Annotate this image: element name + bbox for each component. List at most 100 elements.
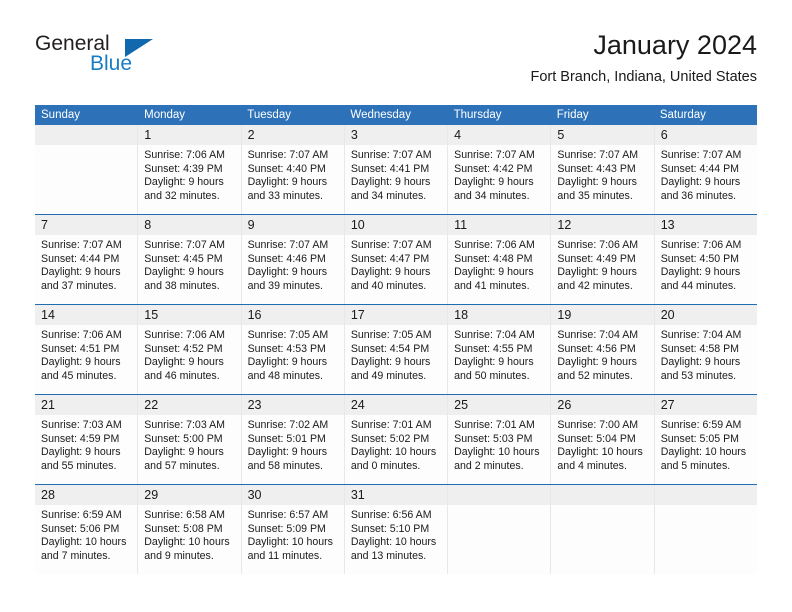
day-number-band: 2: [241, 125, 344, 145]
sunset-text: Sunset: 4:55 PM: [454, 342, 533, 355]
weekday-header-wednesday: Wednesday: [350, 109, 411, 121]
calendar-day-cell[interactable]: 22 Sunrise: 7:03 AM Sunset: 5:00 PM Dayligh…: [138, 395, 242, 484]
day-number-band: 22: [138, 395, 241, 415]
sunset-text: Sunset: 5:00 PM: [144, 432, 223, 445]
daylight-text-line2: and 53 minutes.: [660, 369, 737, 382]
day-number-band: 10: [344, 215, 448, 235]
day-sun-info: Sunrise: 7:06 AM Sunset: 4:48 PM Daylight:…: [448, 235, 550, 293]
sunrise-text: Sunrise: 7:04 AM: [557, 329, 639, 341]
daylight-text-line2: and 55 minutes.: [41, 459, 117, 472]
calendar-day-cell[interactable]: 29 Sunrise: 6:58 AM Sunset: 5:08 PM Dayligh…: [138, 485, 242, 574]
sunset-text: Sunset: 4:41 PM: [350, 162, 430, 175]
daylight-text-line2: and 40 minutes.: [350, 279, 427, 292]
daylight-text-line2: and 44 minutes.: [660, 279, 737, 292]
calendar-day-cell[interactable]: 25 Sunrise: 7:01 AM Sunset: 5:03 PM Dayligh…: [448, 395, 552, 484]
calendar-day-cell[interactable]: 31 Sunrise: 6:56 AM Sunset: 5:10 PM Dayligh…: [344, 485, 449, 574]
sunrise-text: Sunrise: 7:06 AM: [660, 239, 742, 251]
sunrise-text: Sunrise: 7:03 AM: [41, 419, 122, 431]
day-number-band: 25: [448, 395, 551, 415]
calendar-day-cell[interactable]: 4 Sunrise: 7:07 AM Sunset: 4:42 PM Daylight…: [448, 125, 552, 214]
day-number: 29: [144, 488, 159, 502]
logo-word-blue: Blue: [90, 52, 133, 75]
calendar-day-cell[interactable]: 3 Sunrise: 7:07 AM Sunset: 4:41 PM Daylight…: [344, 125, 449, 214]
calendar-day-cell[interactable]: 30 Sunrise: 6:57 AM Sunset: 5:09 PM Dayligh…: [241, 485, 345, 574]
sunset-text: Sunset: 4:42 PM: [454, 162, 533, 175]
daylight-text-line1: Daylight: 9 hours: [41, 266, 121, 279]
calendar-day-cell[interactable]: 27 Sunrise: 6:59 AM Sunset: 5:05 PM Dayligh…: [654, 395, 757, 484]
calendar-day-cell[interactable]: 21 Sunrise: 7:03 AM Sunset: 4:59 PM Dayligh…: [35, 395, 139, 484]
daylight-text-line2: and 32 minutes.: [144, 189, 220, 202]
daylight-text-line2: and 48 minutes.: [247, 369, 323, 382]
day-sun-info: Sunrise: 7:03 AM Sunset: 5:00 PM Daylight:…: [138, 415, 240, 473]
day-number: 24: [350, 398, 365, 412]
calendar-day-cell[interactable]: 9 Sunrise: 7:07 AM Sunset: 4:46 PM Daylight…: [241, 215, 345, 304]
sunset-text: Sunset: 4:40 PM: [247, 162, 326, 175]
day-number-band: 6: [654, 125, 757, 145]
calendar-day-cell[interactable]: 20 Sunrise: 7:04 AM Sunset: 4:58 PM Dayligh…: [654, 305, 757, 394]
calendar-day-cell[interactable]: 16 Sunrise: 7:05 AM Sunset: 4:53 PM Dayligh…: [241, 305, 345, 394]
sunset-text: Sunset: 4:46 PM: [247, 252, 326, 265]
day-number: 18: [454, 308, 469, 322]
day-number: 21: [41, 398, 55, 412]
daylight-text-line1: Daylight: 9 hours: [557, 356, 637, 369]
day-sun-info: Sunrise: 7:07 AM Sunset: 4:47 PM Daylight:…: [345, 235, 447, 293]
sunset-text: Sunset: 4:49 PM: [557, 252, 636, 265]
weekday-header-sunday: Sunday: [41, 109, 81, 121]
daylight-text-line2: and 38 minutes.: [144, 279, 220, 292]
daylight-text-line2: and 4 minutes.: [557, 459, 627, 472]
day-sun-info: Sunrise: 7:07 AM Sunset: 4:46 PM Daylight:…: [242, 235, 344, 293]
sunset-text: Sunset: 4:51 PM: [41, 342, 120, 355]
day-number-band: 5: [551, 125, 654, 145]
day-number-band: [654, 485, 757, 505]
daylight-text-line2: and 2 minutes.: [454, 459, 524, 472]
calendar-week-row: 7 Sunrise: 7:07 AM Sunset: 4:44 PM Daylight…: [35, 214, 757, 304]
calendar-day-cell[interactable]: 23 Sunrise: 7:02 AM Sunset: 5:01 PM Dayligh…: [241, 395, 345, 484]
daylight-text-line1: Daylight: 9 hours: [247, 266, 328, 279]
calendar-day-cell[interactable]: 15 Sunrise: 7:06 AM Sunset: 4:52 PM Dayligh…: [138, 305, 242, 394]
sunset-text: Sunset: 4:54 PM: [350, 342, 430, 355]
day-number: 4: [454, 128, 462, 142]
calendar-day-cell[interactable]: 24 Sunrise: 7:01 AM Sunset: 5:02 PM Dayligh…: [344, 395, 449, 484]
logo-triangle-icon: [125, 39, 153, 57]
daylight-text-line2: and 39 minutes.: [247, 279, 323, 292]
calendar-day-cell[interactable]: 28 Sunrise: 6:59 AM Sunset: 5:06 PM Dayligh…: [35, 485, 139, 574]
day-sun-info: Sunrise: 7:07 AM Sunset: 4:44 PM Daylight:…: [655, 145, 757, 203]
calendar-day-cell[interactable]: 1 Sunrise: 7:06 AM Sunset: 4:39 PM Daylight…: [138, 125, 242, 214]
sunrise-text: Sunrise: 6:59 AM: [41, 509, 122, 521]
calendar-day-cell[interactable]: 11 Sunrise: 7:06 AM Sunset: 4:48 PM Dayligh…: [448, 215, 552, 304]
calendar-day-cell[interactable]: 7 Sunrise: 7:07 AM Sunset: 4:44 PM Daylight…: [35, 215, 139, 304]
calendar-day-cell[interactable]: 14 Sunrise: 7:06 AM Sunset: 4:51 PM Dayligh…: [35, 305, 139, 394]
day-sun-info: Sunrise: 7:02 AM Sunset: 5:01 PM Daylight:…: [242, 415, 344, 473]
calendar-day-cell[interactable]: 2 Sunrise: 7:07 AM Sunset: 4:40 PM Daylight…: [241, 125, 345, 214]
calendar-day-cell-empty: [654, 485, 757, 574]
day-sun-info: Sunrise: 7:04 AM Sunset: 4:56 PM Daylight:…: [551, 325, 653, 383]
day-number: 3: [350, 128, 358, 142]
sunrise-text: Sunrise: 7:06 AM: [41, 329, 122, 341]
sunset-text: Sunset: 5:08 PM: [144, 522, 223, 535]
day-number: 16: [247, 308, 262, 322]
calendar-day-cell[interactable]: 26 Sunrise: 7:00 AM Sunset: 5:04 PM Dayligh…: [551, 395, 655, 484]
sunset-text: Sunset: 4:59 PM: [41, 432, 120, 445]
day-number: 25: [454, 398, 469, 412]
sunset-text: Sunset: 4:50 PM: [660, 252, 740, 265]
calendar-day-cell[interactable]: 19 Sunrise: 7:04 AM Sunset: 4:56 PM Dayligh…: [551, 305, 655, 394]
calendar-day-cell[interactable]: 17 Sunrise: 7:05 AM Sunset: 4:54 PM Dayligh…: [344, 305, 449, 394]
day-sun-info: Sunrise: 7:03 AM Sunset: 4:59 PM Daylight:…: [35, 415, 137, 473]
day-number: 13: [660, 218, 675, 232]
daylight-text-line2: and 13 minutes.: [350, 549, 427, 562]
calendar-day-cell[interactable]: 12 Sunrise: 7:06 AM Sunset: 4:49 PM Dayligh…: [551, 215, 655, 304]
sunrise-text: Sunrise: 7:00 AM: [557, 419, 639, 431]
calendar-day-cell-empty: [35, 125, 139, 214]
calendar-weeks: 1 Sunrise: 7:06 AM Sunset: 4:39 PM Daylight…: [35, 125, 757, 574]
day-number: 27: [660, 398, 675, 412]
calendar-day-cell[interactable]: 18 Sunrise: 7:04 AM Sunset: 4:55 PM Dayligh…: [448, 305, 552, 394]
calendar-day-cell[interactable]: 8 Sunrise: 7:07 AM Sunset: 4:45 PM Daylight…: [138, 215, 242, 304]
sunset-text: Sunset: 4:45 PM: [144, 252, 223, 265]
calendar-day-cell[interactable]: 6 Sunrise: 7:07 AM Sunset: 4:44 PM Daylight…: [654, 125, 757, 214]
calendar-day-cell[interactable]: 13 Sunrise: 7:06 AM Sunset: 4:50 PM Dayligh…: [654, 215, 757, 304]
sunset-text: Sunset: 5:04 PM: [557, 432, 636, 445]
day-number-band: 12: [551, 215, 654, 235]
calendar-day-cell[interactable]: 10 Sunrise: 7:07 AM Sunset: 4:47 PM Dayligh…: [344, 215, 449, 304]
daylight-text-line1: Daylight: 10 hours: [144, 536, 230, 549]
calendar-day-cell[interactable]: 5 Sunrise: 7:07 AM Sunset: 4:43 PM Daylight…: [551, 125, 655, 214]
